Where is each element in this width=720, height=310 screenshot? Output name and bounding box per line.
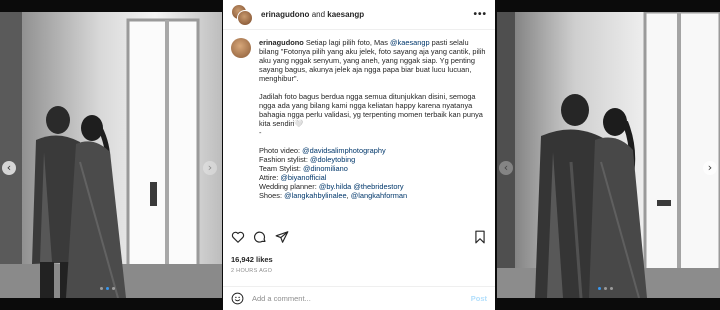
credit-line: Wedding planner: @by.hilda @thebridestor… <box>259 182 404 191</box>
chevron-left-icon[interactable]: ‹ <box>499 161 513 175</box>
bookmark-icon[interactable] <box>473 230 487 244</box>
post-authors: erinagudono and kaesangp <box>261 10 473 19</box>
author-username[interactable]: erinagudono <box>261 10 309 19</box>
carousel-dot-active <box>598 287 601 290</box>
carousel-photo-left[interactable]: ‹ › <box>0 12 222 298</box>
avatar[interactable] <box>231 3 253 26</box>
instagram-post-viewer: ‹ › erinagudono and kaesangp ••• erinagu… <box>0 0 720 310</box>
credit-line: Fashion stylist: @doleytobing <box>259 155 356 164</box>
coauthor-username[interactable]: kaesangp <box>327 10 364 19</box>
like-count[interactable]: 16,942 likes <box>231 255 273 264</box>
credit-line: Attire: @biyanofficial <box>259 173 327 182</box>
mention-link[interactable]: @doleytobing <box>310 155 355 164</box>
credit-line: Photo video: @davidsalimphotography <box>259 146 386 155</box>
carousel-photo-right[interactable]: ‹ › <box>497 12 720 298</box>
mention-link[interactable]: @biyanofficial <box>280 173 326 182</box>
couple-photo <box>497 12 720 298</box>
carousel-dot <box>604 287 607 290</box>
avatar-user2[interactable] <box>237 9 253 26</box>
carousel-dot <box>610 287 613 290</box>
mention-link[interactable]: @dinomiliano <box>303 164 348 173</box>
chevron-left-icon[interactable]: ‹ <box>2 161 16 175</box>
avatar[interactable] <box>231 38 251 58</box>
carousel-dots <box>598 287 613 290</box>
chevron-right-icon[interactable]: › <box>203 161 217 175</box>
heart-icon[interactable] <box>231 230 245 244</box>
carousel-dot-active <box>106 287 109 290</box>
comment-icon[interactable] <box>253 230 267 244</box>
mention-link[interactable]: @thebridestory <box>353 182 403 191</box>
author-connector: and <box>311 10 326 19</box>
caption-text-part: Setiap lagi pilih foto, Mas <box>303 38 391 47</box>
comment-input[interactable] <box>252 294 471 303</box>
couple-photo <box>0 12 222 298</box>
action-bar <box>231 228 487 246</box>
mention-link[interactable]: @langkahbylinalee <box>284 191 347 200</box>
mention-link[interactable]: @kaesangp <box>390 38 430 47</box>
caption: erinagudono Setiap lagi pilih foto, Mas … <box>231 38 487 220</box>
credit-line: Team Stylist: @dinomiliano <box>259 164 348 173</box>
smiley-icon[interactable] <box>231 292 244 305</box>
post-timestamp[interactable]: 2 HOURS AGO <box>231 268 272 274</box>
carousel-dots <box>100 287 115 290</box>
caption-text: erinagudono Setiap lagi pilih foto, Mas … <box>259 38 487 220</box>
carousel-dot <box>112 287 115 290</box>
post-comment-button[interactable]: Post <box>471 294 487 303</box>
post-header: erinagudono and kaesangp ••• <box>223 0 495 30</box>
mention-link[interactable]: @langkahforman <box>351 191 407 200</box>
more-horizontal-icon[interactable]: ••• <box>473 9 487 20</box>
carousel-dot <box>100 287 103 290</box>
post-panel: erinagudono and kaesangp ••• erinagudono… <box>223 0 495 310</box>
comment-bar: Post <box>223 286 495 310</box>
caption-dash: - <box>259 128 262 137</box>
chevron-right-icon[interactable]: › <box>703 161 717 175</box>
mention-link[interactable]: @by.hilda <box>319 182 351 191</box>
caption-username[interactable]: erinagudono <box>259 38 304 47</box>
credit-line: Shoes: @langkahbylinalee, @langkahforman <box>259 191 408 200</box>
share-icon[interactable] <box>275 230 289 244</box>
mention-link[interactable]: @davidsalimphotography <box>302 146 386 155</box>
caption-paragraph: Jadilah foto bagus berdua ngga semua dit… <box>259 92 483 128</box>
